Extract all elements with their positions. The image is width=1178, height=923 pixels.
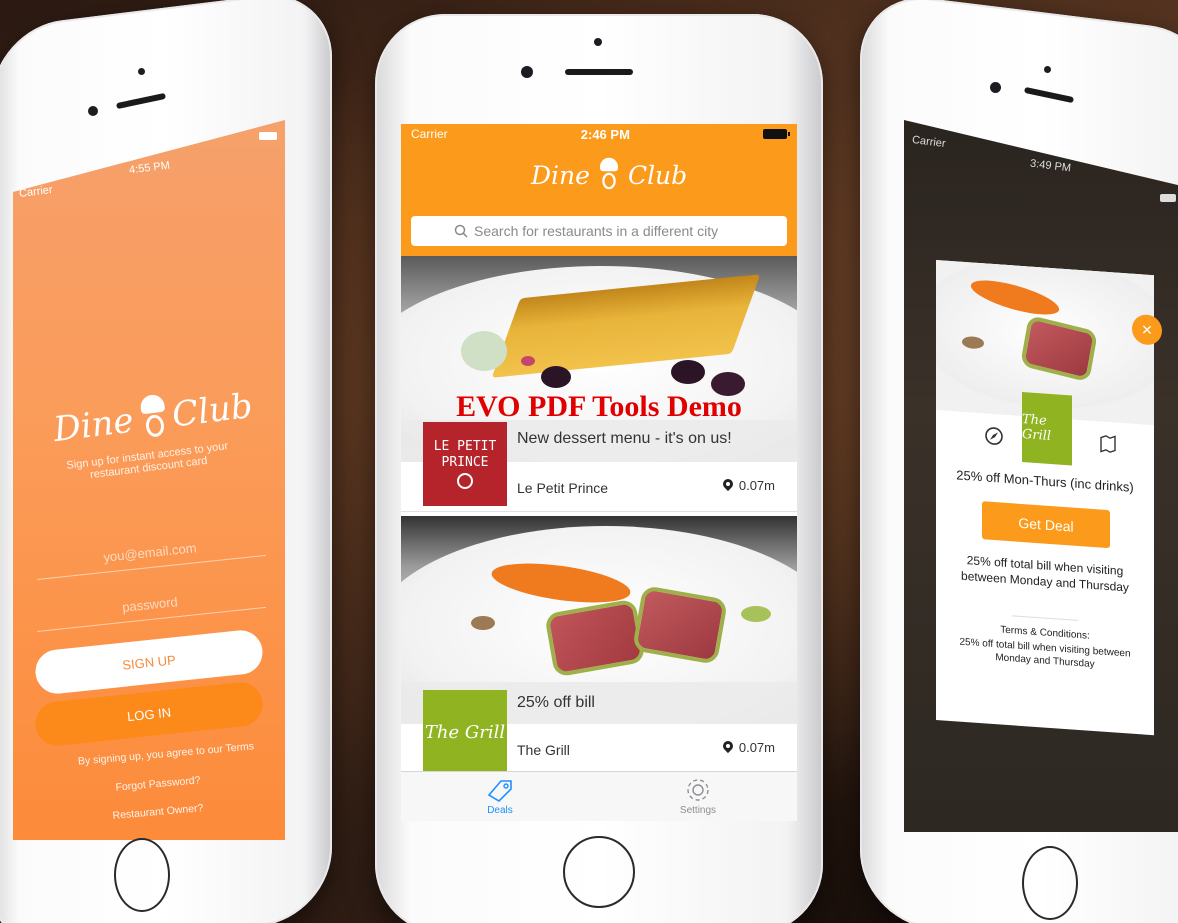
battery-icon: [259, 132, 277, 140]
deal-card[interactable]: New dessert menu - it's on us! Le Petit …: [401, 256, 797, 516]
logo-text: The Grill: [1022, 412, 1052, 445]
tag-icon: [487, 780, 512, 803]
chef-hat-icon: [136, 393, 169, 443]
deal-title: 25% off bill: [517, 694, 595, 711]
watermark: EVO PDF Tools Demo: [456, 390, 742, 423]
app-header: Carrier 2:46 PM Dine Club: [401, 124, 797, 256]
map-icon[interactable]: [1098, 433, 1118, 454]
tab-deals[interactable]: Deals: [401, 772, 599, 821]
front-camera-icon: [990, 82, 1001, 93]
battery-icon: [763, 129, 790, 139]
logo-line-1: LE PETIT: [433, 439, 497, 454]
password-field[interactable]: [34, 578, 266, 632]
location-pin-icon: [723, 479, 733, 493]
tab-label: Settings: [679, 805, 717, 816]
battery-icon: [1160, 194, 1176, 202]
phone-login: Carrier 4:55 PM Dine Club Sign up for in…: [0, 0, 332, 923]
the-grill-logo: The Grill: [423, 690, 507, 774]
distance-value: 0.07m: [738, 740, 775, 755]
distance-label: 0.07m: [723, 740, 775, 755]
login-screen: Carrier 4:55 PM Dine Club Sign up for in…: [13, 120, 285, 840]
password-input[interactable]: [34, 585, 266, 624]
status-time: 2:46 PM: [580, 126, 630, 142]
earpiece-speaker: [565, 69, 633, 75]
get-deal-button[interactable]: Get Deal: [982, 501, 1110, 549]
the-grill-logo: The Grill: [1022, 392, 1072, 466]
deal-title: New dessert menu - it's on us!: [517, 430, 732, 447]
search-input[interactable]: [474, 223, 744, 239]
search-bar[interactable]: [411, 216, 787, 246]
restaurant-name: Le Petit Prince: [517, 480, 609, 496]
carrier-label: Carrier: [411, 127, 448, 141]
email-field[interactable]: [34, 526, 266, 580]
status-bar: Carrier 2:46 PM: [401, 124, 797, 144]
compass-icon[interactable]: [984, 425, 1004, 446]
gear-icon: [687, 779, 709, 801]
sensor-dot: [138, 68, 145, 75]
close-icon: ✕: [1141, 320, 1153, 338]
front-camera-icon: [88, 106, 98, 116]
le-petit-prince-logo: LE PETIT PRINCE: [423, 422, 507, 506]
status-time: 3:49 PM: [1029, 157, 1072, 175]
offer-description: 25% off total bill when visiting between…: [961, 553, 1129, 595]
brand-left: Dine: [531, 160, 590, 190]
home-button[interactable]: [563, 836, 635, 908]
status-time: 4:55 PM: [128, 159, 171, 177]
front-camera-icon: [521, 66, 533, 78]
phone-deal-detail: Carrier 3:49 PM ✕ The Grill 25% off Mon-…: [860, 0, 1178, 923]
deal-card[interactable]: 25% off bill The Grill 0.07m The Grill: [401, 516, 797, 776]
logo-text: The Grill: [424, 721, 506, 743]
home-button[interactable]: [1022, 846, 1078, 920]
deals-screen: Carrier 2:46 PM Dine Club Search for res…: [401, 124, 797, 821]
offer-headline: 25% off Mon-Thurs (inc drinks): [956, 467, 1134, 495]
carrier-label: Carrier: [911, 133, 947, 151]
tab-label: Deals: [487, 805, 513, 816]
restaurant-name: The Grill: [517, 742, 570, 758]
distance-label: 0.07m: [723, 478, 775, 493]
deal-popup: ✕ The Grill 25% off Mon-Thurs (inc drink…: [936, 260, 1162, 736]
tab-bar: Deals Settings: [401, 771, 797, 821]
logo-line-2: PRINCE: [441, 455, 489, 470]
location-pin-icon: [723, 741, 733, 755]
phone-deals: Carrier 2:46 PM Dine Club Search for res…: [375, 14, 823, 923]
deal-detail-screen: Carrier 3:49 PM ✕ The Grill 25% off Mon-…: [904, 120, 1178, 832]
email-input[interactable]: [34, 533, 266, 572]
tab-settings[interactable]: Settings: [599, 772, 797, 821]
sensor-dot: [1044, 66, 1051, 73]
app-logo: Dine Club: [531, 152, 687, 198]
brand-right: Club: [169, 385, 255, 436]
restaurant-owner-link[interactable]: Restaurant Owner?: [93, 800, 224, 823]
chef-hat-icon: [598, 157, 621, 193]
brand-left: Dine: [51, 400, 136, 451]
forgot-password-link[interactable]: Forgot Password?: [93, 772, 224, 795]
search-icon: [454, 224, 468, 238]
distance-value: 0.07m: [738, 478, 775, 493]
sensor-dot: [594, 38, 602, 46]
divider: [1012, 615, 1078, 621]
home-button[interactable]: [114, 838, 170, 912]
prince-icon: [457, 473, 473, 489]
brand-right: Club: [627, 160, 688, 190]
